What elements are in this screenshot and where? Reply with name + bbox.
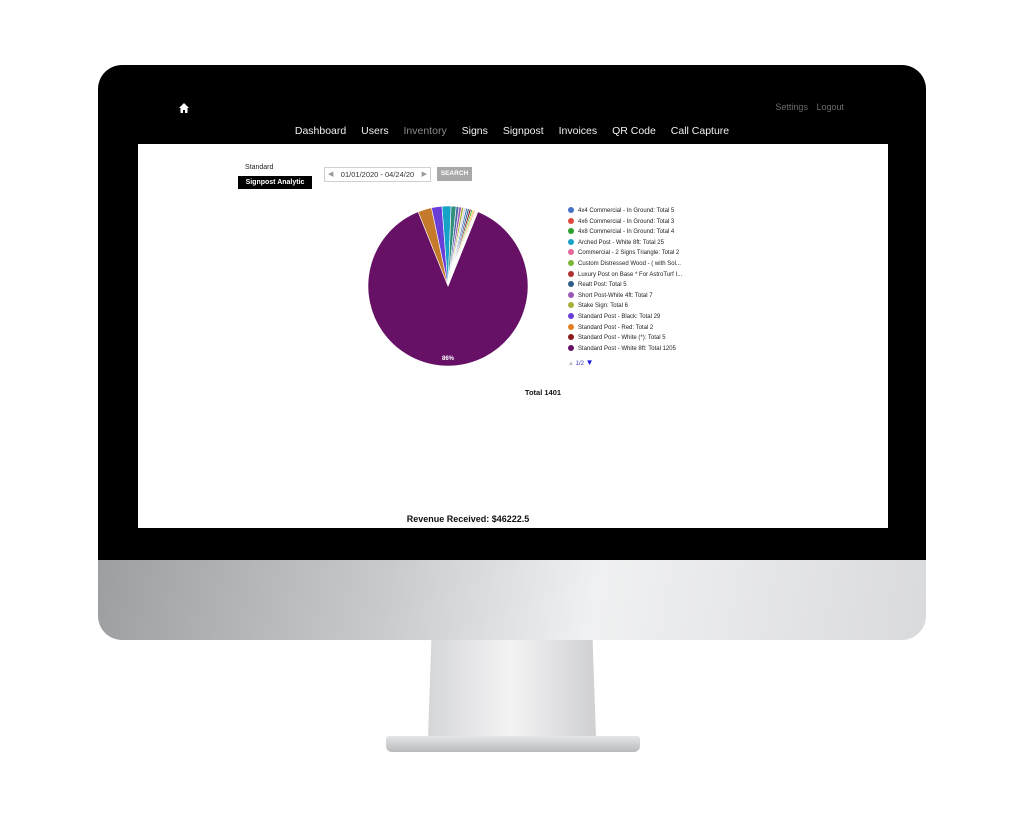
legend-label: Standard Post - White 8ft: Total 1205 — [578, 345, 676, 352]
legend-swatch — [568, 312, 574, 319]
pager-up-icon[interactable]: ▲ — [568, 361, 574, 367]
legend-swatch — [568, 228, 574, 235]
legend-item[interactable]: Standard Post - Black: Total 29 — [568, 312, 682, 323]
legend-item[interactable]: Standard Post - White (*): Total 5 — [568, 333, 682, 344]
legend-item[interactable]: Stake Sign: Total 6 — [568, 301, 682, 312]
legend-label: Standard Post - Red: Total 2 — [578, 324, 654, 331]
main-nav: Dashboard Users Inventory Signs Signpost… — [176, 125, 848, 137]
legend-swatch — [568, 291, 574, 298]
legend-item[interactable]: 4x8 Commercial - In Ground: Total 4 — [568, 227, 682, 238]
legend-item[interactable]: Short Post-White 4ft: Total 7 — [568, 291, 682, 302]
chevron-right-icon[interactable]: ▶ — [422, 168, 427, 181]
nav-qr-code[interactable]: QR Code — [612, 125, 656, 137]
top-links: Settings Logout — [769, 102, 844, 112]
legend-item[interactable]: Realt Post: Total 5 — [568, 280, 682, 291]
slice-percent-label: 86% — [442, 356, 455, 362]
legend-item[interactable]: 4x6 Commercial - In Ground: Total 3 — [568, 217, 682, 228]
legend-swatch — [568, 249, 574, 256]
legend-swatch — [568, 302, 574, 309]
nav-dashboard[interactable]: Dashboard — [295, 125, 346, 137]
legend-label: Stake Sign: Total 6 — [578, 303, 628, 310]
legend-swatch — [568, 344, 574, 351]
legend-swatch — [568, 281, 574, 288]
legend-item[interactable]: Commercial - 2 Signs Triangle: Total 2 — [568, 248, 682, 259]
legend-swatch — [568, 323, 574, 330]
legend-label: 4x8 Commercial - In Ground: Total 4 — [578, 229, 675, 236]
legend-label: 4x6 Commercial - In Ground: Total 3 — [578, 218, 675, 225]
legend-label: Standard Post - Black: Total 29 — [578, 313, 661, 320]
legend-label: 4x4 Commercial - In Ground: Total 5 — [578, 208, 675, 214]
chart-legend: 4x4 Commercial - In Ground: Total 5 4x6 C… — [568, 206, 682, 367]
search-button[interactable]: SEARCH — [437, 167, 472, 181]
legend-item[interactable]: Custom Distressed Wood - ( with Sol... — [568, 259, 682, 270]
nav-invoices[interactable]: Invoices — [559, 125, 598, 137]
legend-item[interactable]: Standard Post - Red: Total 2 — [568, 323, 682, 334]
date-range-picker[interactable]: ◀ 01/01/2020 - 04/24/20 ▶ — [324, 167, 431, 182]
monitor-foot — [386, 736, 640, 752]
nav-signs[interactable]: Signs — [462, 125, 488, 137]
nav-users[interactable]: Users — [361, 125, 388, 137]
logout-link[interactable]: Logout — [816, 102, 844, 112]
revenue-received: Revenue Received: $46222.5 — [406, 514, 530, 524]
legend-item[interactable]: Standard Post - White 8ft: Total 1205 — [568, 344, 682, 355]
monitor-chin — [98, 560, 926, 640]
pager-down-icon[interactable]: ▼ — [586, 358, 594, 367]
monitor-stand — [428, 640, 596, 738]
nav-call-capture[interactable]: Call Capture — [671, 125, 729, 137]
legend-swatch — [568, 207, 574, 213]
legend-item[interactable]: 4x4 Commercial - In Ground: Total 5 — [568, 206, 682, 217]
home-icon[interactable] — [178, 101, 190, 113]
content-area: Standard Signpost Analytic ◀ 01/01/2020 … — [138, 144, 888, 528]
date-range-value: 01/01/2020 - 04/24/20 — [340, 170, 415, 179]
legend-label: Arched Post - White 8ft: Total 25 — [578, 239, 664, 246]
legend-swatch — [568, 217, 574, 224]
legend-pager: ▲ 1/2 ▼ — [568, 358, 682, 367]
tab-signpost-analytic[interactable]: Signpost Analytic — [238, 176, 312, 189]
legend-item[interactable]: Arched Post - White 8ft: Total 25 — [568, 238, 682, 249]
legend-label: Realt Post: Total 5 — [578, 282, 627, 289]
legend-item[interactable]: Luxury Post on Base * For AstroTurf I... — [568, 270, 682, 281]
legend-label: Commercial - 2 Signs Triangle: Total 2 — [578, 250, 680, 257]
total-label: Total 1401 — [524, 388, 562, 397]
pager-label: 1/2 — [575, 361, 584, 368]
pie-chart: 86% — [366, 204, 530, 368]
settings-link[interactable]: Settings — [775, 102, 808, 112]
legend-label: Luxury Post on Base * For AstroTurf I... — [578, 271, 683, 278]
tab-standard[interactable]: Standard — [245, 164, 273, 171]
legend-swatch — [568, 238, 574, 245]
legend-label: Custom Distressed Wood - ( with Sol... — [578, 260, 681, 267]
app-header: Settings Logout Dashboard Users Inventor… — [176, 98, 848, 144]
legend-label: Short Post-White 4ft: Total 7 — [578, 292, 653, 299]
legend-swatch — [568, 334, 574, 341]
legend-label: Standard Post - White (*): Total 5 — [578, 335, 666, 342]
nav-signpost[interactable]: Signpost — [503, 125, 544, 137]
nav-inventory[interactable]: Inventory — [404, 125, 447, 137]
legend-swatch — [568, 259, 574, 266]
legend-swatch — [568, 270, 574, 277]
chevron-left-icon[interactable]: ◀ — [328, 168, 333, 181]
